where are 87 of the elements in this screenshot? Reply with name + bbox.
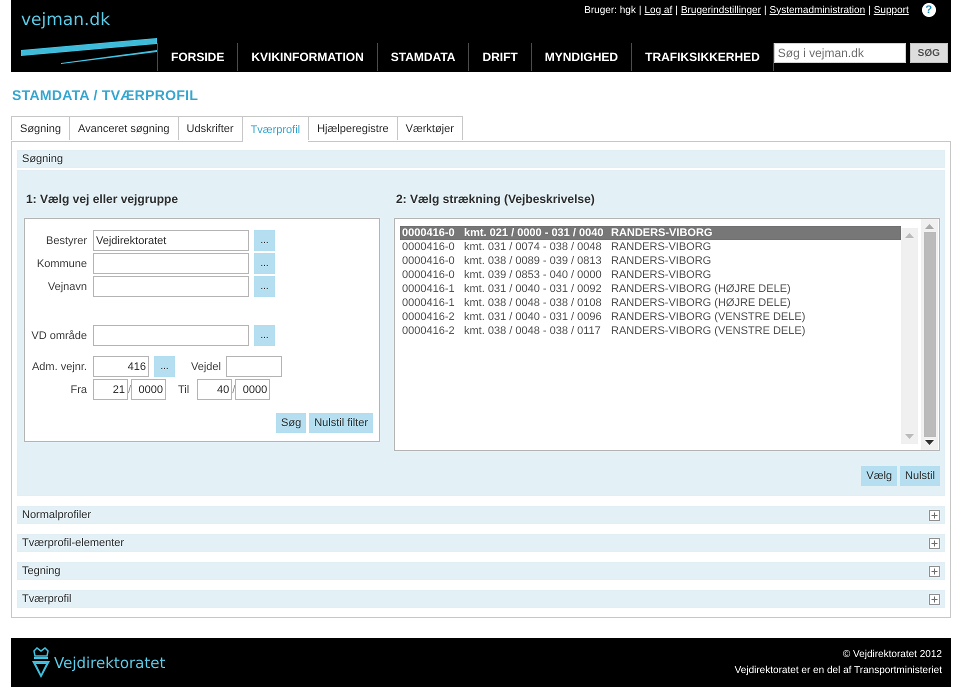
scrollbar[interactable]	[901, 228, 918, 444]
nav-item[interactable]: MYNDIGHED	[530, 43, 632, 71]
field-label: Fra	[70, 384, 87, 396]
nav-item[interactable]: DRIFT	[468, 43, 531, 71]
form-button[interactable]: Vælg	[861, 466, 898, 486]
lookup-button[interactable]: ...	[254, 253, 275, 274]
scroll-up-icon[interactable]	[925, 223, 934, 229]
footer-note: Vejdirektoratet er en del af Transportministeriet	[734, 665, 942, 676]
user-label: Bruger: hgk	[584, 4, 636, 16]
list-item[interactable]: 0000416-0 kmt. 038 / 0089 - 039 / 0813 RANDERS-VIBORG	[400, 254, 901, 268]
section-header[interactable]: Normalprofiler	[17, 506, 945, 524]
section-header[interactable]: Tværprofil-elementer	[17, 534, 945, 552]
footer-logo: Vejdirektoratet	[54, 654, 166, 672]
field-label: Til	[178, 384, 190, 396]
expand-icon[interactable]	[929, 594, 940, 604]
scroll-down-icon[interactable]	[925, 440, 934, 446]
section-header[interactable]: Søgning	[17, 150, 945, 168]
tab[interactable]: Udskrifter	[178, 116, 242, 140]
field-label: Kommune	[36, 258, 87, 270]
section-header[interactable]: Tværprofil	[17, 590, 945, 608]
header-link[interactable]: Systemadministration	[770, 4, 866, 16]
separator-text: /	[128, 384, 131, 396]
form-button[interactable]: Søg	[276, 413, 306, 433]
separator-text: |	[868, 4, 871, 16]
form-button[interactable]: Nulstil filter	[309, 413, 373, 433]
tab[interactable]: Hjælperegistre	[308, 116, 397, 140]
list-item[interactable]: 0000416-2 kmt. 031 / 0040 - 031 / 0096 RANDERS-VIBORG (VENSTRE DELE)	[400, 310, 901, 324]
separator-text: |	[764, 4, 767, 16]
section-title: Tværprofil	[22, 593, 72, 605]
list-item[interactable]: 0000416-2 kmt. 038 / 0048 - 038 / 0117 RANDERS-VIBORG (VENSTRE DELE)	[400, 324, 901, 338]
header-link[interactable]: Support	[874, 4, 909, 16]
expand-icon[interactable]	[929, 510, 940, 520]
search-field[interactable]: Søg i vejman.dk	[774, 43, 906, 63]
input-field[interactable]	[93, 325, 249, 346]
step-heading: 1: Vælg vej eller vejgruppe	[26, 192, 180, 208]
separator-text: |	[638, 4, 642, 16]
section-header[interactable]: Tegning	[17, 562, 945, 580]
tab[interactable]: Søgning	[11, 116, 69, 140]
input-field[interactable]: 0000	[131, 379, 166, 400]
scroll-up-icon[interactable]	[905, 232, 914, 238]
input-field[interactable]: 21	[93, 379, 128, 400]
site-logo[interactable]: vejman.dk	[21, 10, 157, 30]
lookup-button[interactable]: ...	[254, 230, 275, 251]
list-item[interactable]: 0000416-1 kmt. 031 / 0040 - 031 / 0092 RANDERS-VIBORG (HØJRE DELE)	[400, 282, 901, 296]
scrollbar[interactable]	[921, 219, 938, 450]
section-title: Søgning	[22, 153, 63, 165]
input-field[interactable]: 0000	[235, 379, 270, 400]
section-title: Normalprofiler	[22, 509, 92, 521]
field-label: Vejdel	[191, 360, 221, 372]
header-link[interactable]: Brugerindstillinger	[680, 4, 761, 16]
field-label: Vejnavn	[46, 280, 87, 292]
expand-icon[interactable]	[929, 566, 940, 576]
tab[interactable]: Værktøjer	[396, 116, 463, 140]
expand-icon[interactable]	[929, 538, 940, 548]
lookup-button[interactable]: ...	[154, 356, 175, 377]
field-label: VD område	[30, 330, 87, 342]
swoosh-icon	[21, 36, 157, 64]
nav-item[interactable]: KVIKINFORMATION	[237, 43, 377, 71]
list-item[interactable]: 0000416-1 kmt. 038 / 0048 - 038 / 0108 RANDERS-VIBORG (HØJRE DELE)	[400, 296, 901, 310]
input-field[interactable]	[93, 276, 249, 297]
section-title: Tegning	[22, 565, 61, 577]
nav-item[interactable]: FORSIDE	[157, 43, 238, 71]
input-field[interactable]	[226, 356, 282, 377]
lookup-button[interactable]: ...	[254, 276, 275, 297]
copyright-text: © Vejdirektoratet 2012	[842, 649, 942, 660]
lookup-button[interactable]: ...	[254, 325, 275, 346]
input-field[interactable]	[93, 253, 249, 274]
input-field[interactable]: 40	[197, 379, 232, 400]
field-label: Adm. vejnr.	[30, 360, 87, 372]
page-title: STAMDATA / TVÆRPROFIL	[12, 87, 200, 103]
list-item[interactable]: 0000416-0 kmt. 039 / 0853 - 040 / 0000 RANDERS-VIBORG	[400, 268, 901, 282]
crown-shield-icon	[31, 646, 51, 678]
input-field[interactable]: 416	[93, 356, 149, 377]
form-button[interactable]: Nulstil	[900, 466, 940, 486]
step-heading: 2: Vælg strækning (Vejbeskrivelse)	[396, 192, 596, 208]
separator-text: /	[232, 384, 236, 396]
nav-item[interactable]: STAMDATA	[376, 43, 468, 71]
header-link[interactable]: Log af	[644, 4, 672, 16]
field-label: Bestyrer	[45, 234, 87, 246]
list-item[interactable]: 0000416-0 kmt. 021 / 0000 - 031 / 0040 RANDERS-VIBORG	[400, 226, 901, 240]
section-title: Tværprofil-elementer	[22, 537, 124, 549]
help-icon[interactable]: ?	[922, 3, 936, 17]
tab[interactable]: Avanceret søgning	[68, 116, 178, 140]
separator-text: |	[675, 4, 678, 16]
input-field[interactable]: Vejdirektoratet	[93, 230, 249, 251]
search-button[interactable]: SØG	[910, 43, 948, 63]
list-item[interactable]: 0000416-0 kmt. 031 / 0074 - 038 / 0048 RANDERS-VIBORG	[400, 240, 901, 254]
